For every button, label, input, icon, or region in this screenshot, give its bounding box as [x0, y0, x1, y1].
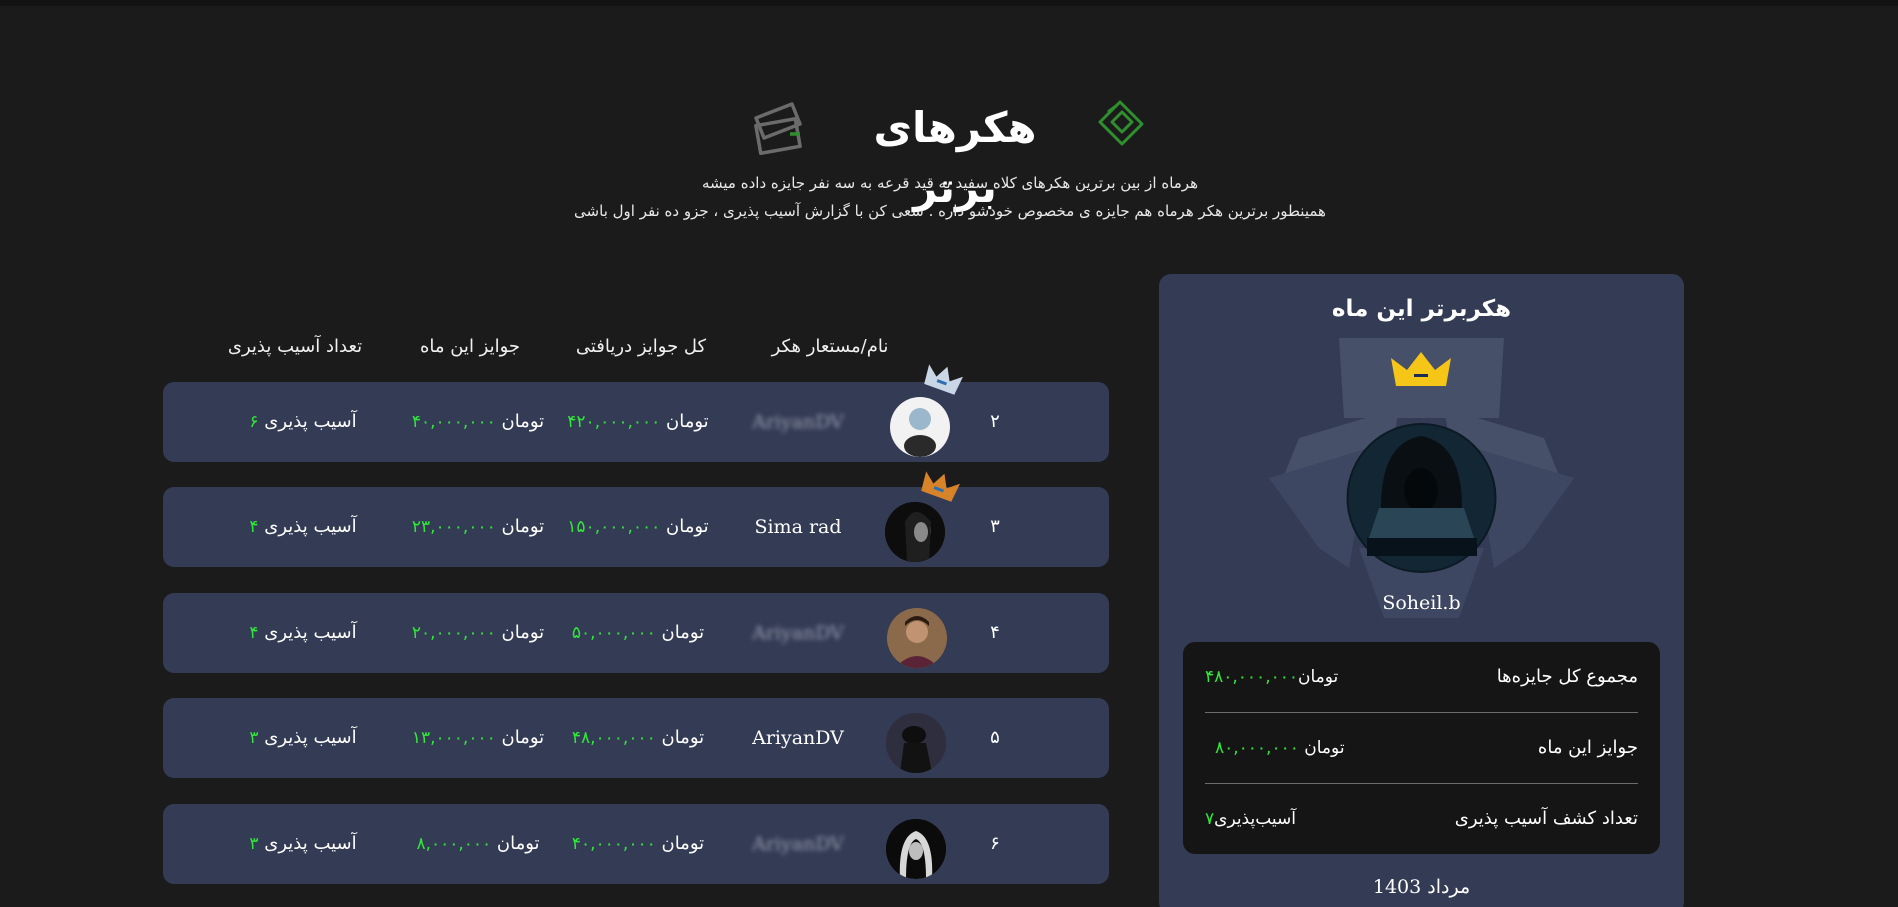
description-line-1: هرماه از بین برترین هکرهای کلاه سفید به … — [701, 174, 1198, 192]
hacker-name: AriyanDV — [752, 411, 844, 433]
month-prize: تومان ۴۰,۰۰۰,۰۰۰ — [411, 411, 545, 432]
top-hacker-card: هکربرتر این ماه Soheil.b مجموع کل جایزه‌… — [1159, 274, 1684, 907]
header-total: کل جوایز دریافتی — [575, 336, 707, 357]
table-row[interactable]: ۲ AriyanDV تومان ۴۲۰,۰۰۰,۰۰۰ تومان ۴۰,۰۰… — [163, 364, 1109, 462]
stat-label: مجموع کل جایزه‌ها — [1496, 666, 1638, 687]
avatar — [886, 819, 946, 879]
month-date: مرداد 1403 — [1372, 876, 1471, 898]
table-row[interactable]: ۳ Sima rad تومان ۱۵۰,۰۰۰,۰۰۰ تومان ۲۳,۰۰… — [163, 471, 1109, 567]
stat-label: تعداد کشف آسیب پذیری — [1454, 808, 1638, 829]
month-prize: تومان ۸,۰۰۰,۰۰۰ — [416, 833, 540, 854]
stat-value: آسیب‌پذیری۷ — [1205, 809, 1297, 829]
header-vulns: تعداد آسیب پذیری — [227, 336, 363, 357]
total-prize: تومان ۴۲۰,۰۰۰,۰۰۰ — [567, 411, 709, 432]
stat-value: تومان۴۸۰,۰۰۰,۰۰۰ — [1205, 667, 1339, 687]
avatar — [887, 608, 947, 668]
card-title: هکربرتر این ماه — [1331, 296, 1512, 322]
rank: ۴ — [990, 622, 1000, 643]
table-row[interactable]: ۴ AriyanDV تومان ۵۰,۰۰۰,۰۰۰ تومان ۲۰,۰۰۰… — [163, 593, 1109, 673]
winner-name: Soheil.b — [1382, 592, 1461, 614]
table-row[interactable]: ۵ AriyanDV تومان ۴۸,۰۰۰,۰۰۰ تومان ۱۳,۰۰۰… — [163, 698, 1109, 778]
stat-label: جوایز این ماه — [1537, 737, 1638, 758]
description-line-2: همینطور برترین هکر هرماه هم جایزه ی مخصو… — [574, 202, 1326, 220]
stat-vulns: تعداد کشف آسیب پذیری آسیب‌پذیری۷ — [1205, 784, 1638, 854]
hacker-name: AriyanDV — [752, 727, 844, 749]
month-prize: تومان ۲۳,۰۰۰,۰۰۰ — [411, 516, 545, 537]
month-prize: تومان ۱۳,۰۰۰,۰۰۰ — [411, 727, 545, 748]
stat-value: تومان ۸۰,۰۰۰,۰۰۰ — [1215, 738, 1345, 758]
rank: ۵ — [990, 727, 1000, 748]
total-prize: تومان ۱۵۰,۰۰۰,۰۰۰ — [567, 516, 709, 537]
stat-month: جوایز این ماه تومان ۸۰,۰۰۰,۰۰۰ — [1205, 713, 1638, 783]
hacker-name: Sima rad — [754, 516, 842, 538]
total-prize: تومان ۴۸,۰۰۰,۰۰۰ — [571, 727, 705, 748]
month-prize: تومان ۲۰,۰۰۰,۰۰۰ — [411, 622, 545, 643]
avatar — [890, 397, 950, 457]
vuln-count: آسیب پذیری ۶ — [249, 411, 357, 432]
rank: ۳ — [990, 516, 1000, 537]
stat-total: مجموع کل جایزه‌ها تومان۴۸۰,۰۰۰,۰۰۰ — [1205, 642, 1638, 712]
vuln-count: آسیب پذیری ۳ — [249, 833, 357, 854]
bronze-crown-icon — [921, 471, 960, 502]
vuln-count: آسیب پذیری ۳ — [249, 727, 357, 748]
rank: ۶ — [990, 833, 1000, 854]
page-title: هکرهای برتر — [873, 103, 1037, 212]
table-row[interactable]: ۶ AriyanDV تومان ۴۰,۰۰۰,۰۰۰ تومان ۸,۰۰۰,… — [163, 804, 1109, 884]
hacker-name: AriyanDV — [752, 833, 844, 855]
winner-stats: مجموع کل جایزه‌ها تومان۴۸۰,۰۰۰,۰۰۰ جوایز… — [1183, 642, 1660, 854]
rank: ۲ — [990, 411, 1000, 432]
money-bag-icon — [1098, 100, 1144, 146]
top-bar — [0, 0, 1898, 6]
wallet-icon — [754, 102, 802, 156]
total-prize: تومان ۵۰,۰۰۰,۰۰۰ — [571, 622, 705, 643]
avatar — [886, 713, 946, 773]
hacker-name: AriyanDV — [752, 622, 844, 644]
vuln-count: آسیب پذیری ۴ — [249, 516, 357, 537]
silver-crown-icon — [924, 364, 963, 395]
vuln-count: آسیب پذیری ۴ — [249, 622, 357, 643]
total-prize: تومان ۴۰,۰۰۰,۰۰۰ — [571, 833, 705, 854]
header-name: نام/مستعار هکر — [771, 336, 889, 357]
avatar — [885, 502, 945, 562]
header-month: جوایز این ماه — [419, 336, 521, 357]
